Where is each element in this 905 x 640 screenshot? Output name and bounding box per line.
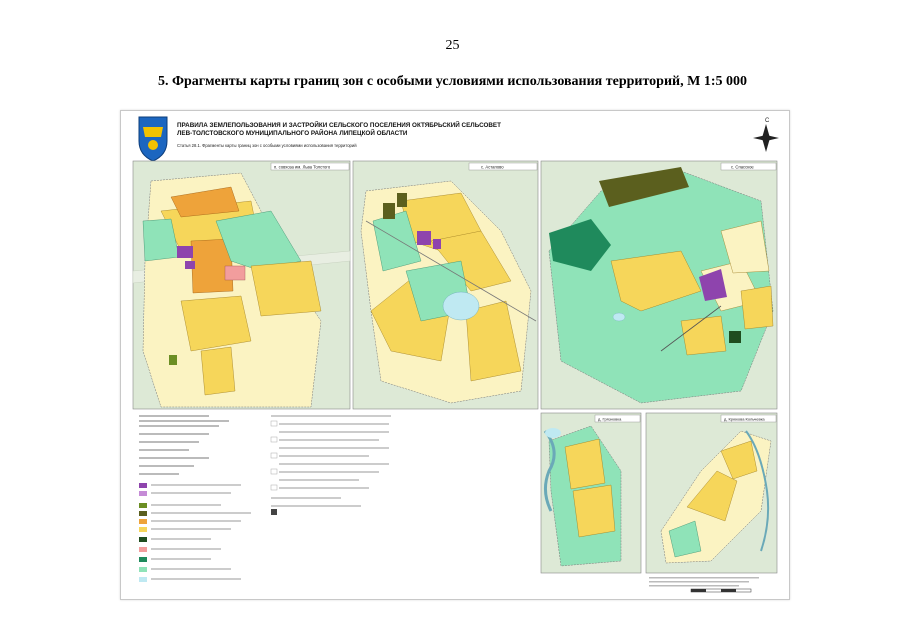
- panel-gryaznovka: д. Грязновка: [540, 412, 642, 574]
- compass-letter: С: [765, 118, 770, 124]
- panel-astapovo: с. Астапово: [352, 160, 539, 410]
- coat-of-arms: [138, 116, 168, 162]
- panel-lev-tolstoy: п. совхоза им. Льва Толстого: [132, 160, 351, 410]
- panel-label-astapovo: с. Астапово: [481, 165, 504, 170]
- page-number: 25: [445, 38, 460, 53]
- panel-label-spasskoe: с. Спасское: [731, 165, 754, 170]
- map-svg: ПРАВИЛА ЗЕМЛЕПОЛЬЗОВАНИЯ И ЗАСТРОЙКИ СЕЛ…: [132, 116, 779, 593]
- map-sheet: ПРАВИЛА ЗЕМЛЕПОЛЬЗОВАНИЯ И ЗАСТРОЙКИ СЕЛ…: [120, 110, 790, 600]
- panel-kryukova: д. Крюкова Кольчевка: [645, 412, 778, 574]
- map-title-line2: ЛЕВ-ТОЛСТОВСКОГО МУНИЦИПАЛЬНОГО РАЙОНА Л…: [177, 128, 408, 137]
- panel-spasskoe: с. Спасское: [540, 160, 778, 410]
- page-heading: 5. Фрагменты карты границ зон с особыми …: [158, 74, 747, 89]
- panel-label-lev-tolstoy: п. совхоза им. Льва Толстого: [274, 165, 331, 170]
- legend: [133, 411, 537, 591]
- map-title-line1: ПРАВИЛА ЗЕМЛЕПОЛЬЗОВАНИЯ И ЗАСТРОЙКИ СЕЛ…: [177, 120, 501, 129]
- map-subtitle: Статья 28.1. Фрагменты карты границ зон …: [177, 143, 357, 148]
- panel-label-kryukova: д. Крюкова Кольчевка: [724, 417, 765, 422]
- scale-bar: [690, 588, 752, 593]
- panel-label-gryaznovka: д. Грязновка: [598, 417, 622, 422]
- footer-notes: [649, 577, 759, 587]
- compass-icon: С: [753, 118, 779, 152]
